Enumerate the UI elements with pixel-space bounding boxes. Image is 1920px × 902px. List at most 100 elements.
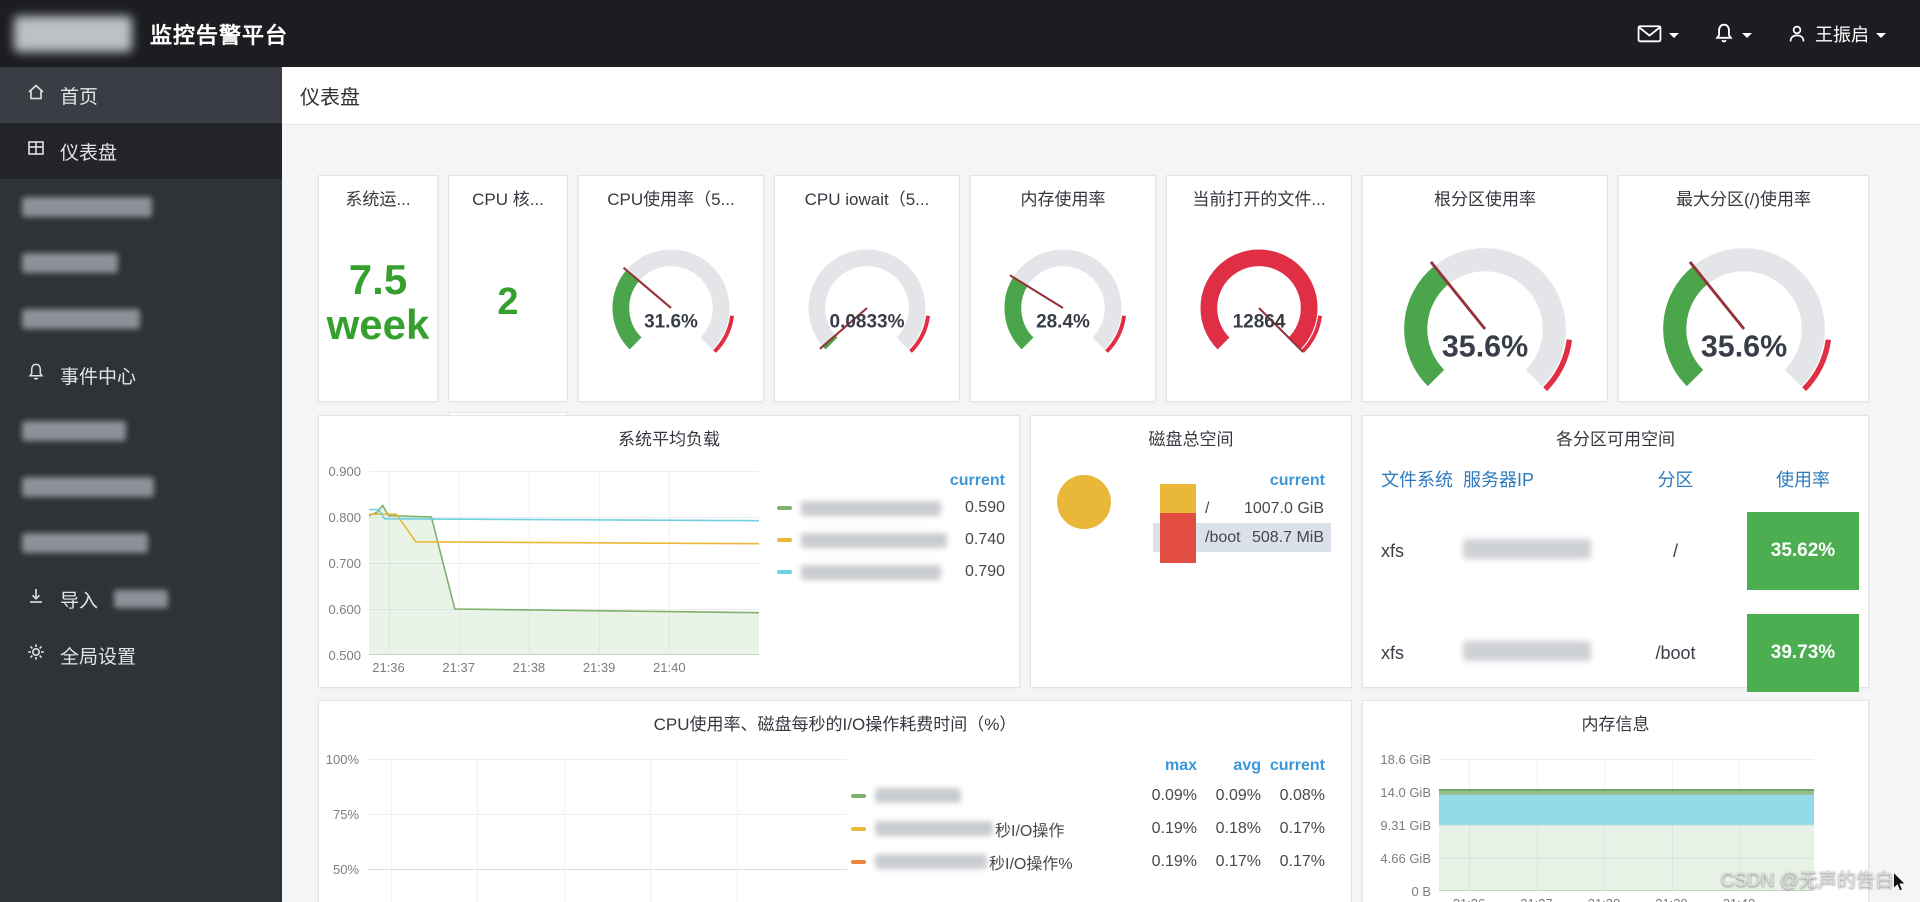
redacted-text [22, 309, 140, 329]
redacted-text [1463, 640, 1591, 661]
cell-server-ip [1463, 538, 1613, 564]
sidebar-item-redacted[interactable] [0, 403, 282, 459]
panel-title[interactable]: 最大分区(/)使用率 [1619, 176, 1868, 210]
panel-title[interactable]: 当前打开的文件... [1167, 176, 1351, 210]
col-header-usage[interactable]: 使用率 [1738, 466, 1868, 492]
app-title: 监控告警平台 [150, 22, 289, 48]
panel-cpu-cores: CPU 核... 2 [448, 175, 568, 402]
panel-title[interactable]: CPU使用率（5... [579, 176, 763, 210]
legend-row[interactable]: 秒I/O操作 0.19% 0.18% 0.17% [851, 812, 1325, 845]
user-menu[interactable]: 王振启 [1786, 21, 1886, 47]
legend-row[interactable]: 0.590 [777, 492, 1005, 524]
legend-header[interactable]: current [777, 472, 1005, 492]
svg-text:35.6%: 35.6% [1442, 329, 1528, 363]
sidebar-item-redacted[interactable] [0, 235, 282, 291]
sidebar-item-redacted[interactable] [0, 515, 282, 571]
sidebar-item-settings[interactable]: 全局设置 [0, 627, 282, 683]
table-row: xfs /boot 39.73% [1363, 602, 1868, 704]
panel-cpu-iowait-gauge: CPU iowait（5... 0.0833% [774, 175, 960, 402]
main-content: 仪表盘 系统运... 7.5 week CPU 核... 2 内存总量 15.5… [282, 67, 1920, 902]
legend-header-row: max avg current [851, 753, 1325, 779]
sidebar-item-home[interactable]: 首页 [0, 67, 282, 123]
legend-row[interactable]: 0.09% 0.09% 0.08% [851, 779, 1325, 812]
load-plot [369, 471, 759, 655]
x-axis: 21:3621:3721:3821:3921:40 [1439, 891, 1814, 902]
cell-filesystem: xfs [1381, 540, 1405, 561]
panel-title[interactable]: 系统运... [319, 176, 437, 210]
legend-row[interactable]: 0.740 [777, 524, 1005, 556]
sidebar-item-import[interactable]: 导入 [0, 571, 282, 627]
panel-disk-total: 磁盘总空间 current / 1007.0 GiB /boot 508.7 M… [1030, 415, 1352, 688]
max-partition-gauge: 35.6% [1639, 224, 1849, 400]
series-color-swatch [777, 570, 792, 574]
cell-partition: /boot [1655, 642, 1696, 663]
panel-cpu-usage-gauge: CPU使用率（5... 31.6% [578, 175, 764, 402]
panel-title[interactable]: 内存使用率 [971, 176, 1155, 210]
svg-text:31.6%: 31.6% [644, 312, 698, 333]
messages-menu[interactable] [1637, 23, 1679, 44]
sidebar: 首页 仪表盘 事件中心 导入 全局设置 [0, 67, 282, 902]
legend-header-avg[interactable]: avg [1197, 757, 1261, 775]
panel-title[interactable]: 系统平均负载 [319, 416, 1019, 450]
panel-title[interactable]: CPU使用率、磁盘每秒的I/O操作耗费时间（%） [319, 701, 1351, 735]
legend-header-max[interactable]: max [1133, 757, 1197, 775]
panel-title[interactable]: CPU 核... [449, 176, 567, 210]
cpu-io-plot [367, 759, 847, 902]
sidebar-item-events[interactable]: 事件中心 [0, 347, 282, 403]
legend-row[interactable]: 秒I/O操作% 0.19% 0.17% 0.17% [851, 845, 1325, 878]
legend-row-highlighted[interactable]: /boot 508.7 MiB [1153, 512, 1331, 563]
panel-root-partition-gauge: 根分区使用率 35.6% [1362, 175, 1608, 402]
svg-text:28.4%: 28.4% [1036, 312, 1090, 333]
chevron-down-icon [1669, 32, 1679, 38]
sidebar-item-label: 事件中心 [60, 366, 137, 388]
mail-icon [1637, 23, 1662, 44]
panel-title[interactable]: 根分区使用率 [1363, 176, 1607, 210]
legend-avg: 0.18% [1215, 819, 1261, 837]
bell-icon [1713, 22, 1735, 45]
disk-donut [1057, 475, 1111, 529]
col-header-filesystem[interactable]: 文件系统 [1363, 466, 1463, 492]
logo [14, 15, 132, 52]
cell-server-ip [1463, 640, 1613, 666]
panel-title[interactable]: CPU iowait（5... [775, 176, 959, 210]
dashboard: 系统运... 7.5 week CPU 核... 2 内存总量 15.5 GiB… [282, 125, 1869, 902]
redacted-text [875, 821, 993, 836]
legend-current: 0.17% [1279, 852, 1325, 870]
redacted-text [22, 477, 154, 497]
home-icon [26, 82, 46, 108]
svg-text:12864: 12864 [1233, 312, 1286, 333]
panel-partition-space: 各分区可用空间 文件系统 服务器IP 分区 使用率 xfs / 35.62% x… [1362, 415, 1869, 692]
legend-value: 0.590 [964, 499, 1005, 516]
sidebar-item-dashboard[interactable]: 仪表盘 [0, 123, 282, 179]
user-icon [1786, 23, 1808, 45]
series-color-swatch [851, 793, 866, 798]
series-color-swatch [777, 506, 792, 510]
redacted-text [114, 590, 169, 608]
panel-title[interactable]: 内存信息 [1363, 701, 1868, 735]
table-row: xfs / 35.62% [1363, 500, 1868, 602]
redacted-text [22, 197, 152, 217]
load-chart: 0.900 0.800 0.700 0.600 0.500 21:36 21:37 21:3… [319, 464, 759, 677]
notifications-menu[interactable] [1713, 22, 1752, 45]
bell-icon [26, 362, 46, 388]
page-title: 仪表盘 [300, 87, 360, 109]
panel-title[interactable]: 磁盘总空间 [1031, 416, 1351, 450]
legend-max: 0.19% [1151, 819, 1197, 837]
series-color-swatch [1160, 512, 1196, 563]
col-header-server-ip[interactable]: 服务器IP [1463, 466, 1613, 492]
sidebar-item-redacted[interactable] [0, 179, 282, 235]
redacted-text [22, 253, 118, 273]
slice-name: /boot [1205, 528, 1241, 546]
sidebar-item-redacted[interactable] [0, 291, 282, 347]
legend-header-current[interactable]: current [1261, 757, 1325, 775]
legend-row[interactable]: 0.790 [777, 556, 1005, 588]
slice-value: 1007.0 GiB [1243, 499, 1324, 517]
col-header-partition[interactable]: 分区 [1613, 466, 1738, 492]
panel-title[interactable]: 各分区可用空间 [1363, 416, 1868, 450]
table-header: 文件系统 服务器IP 分区 使用率 [1363, 466, 1868, 492]
cpu-iowait-gauge: 0.0833% [791, 232, 943, 360]
usage-badge: 39.73% [1747, 614, 1859, 692]
svg-text:35.6%: 35.6% [1700, 329, 1786, 363]
mouse-cursor [1893, 872, 1907, 892]
sidebar-item-redacted[interactable] [0, 459, 282, 515]
